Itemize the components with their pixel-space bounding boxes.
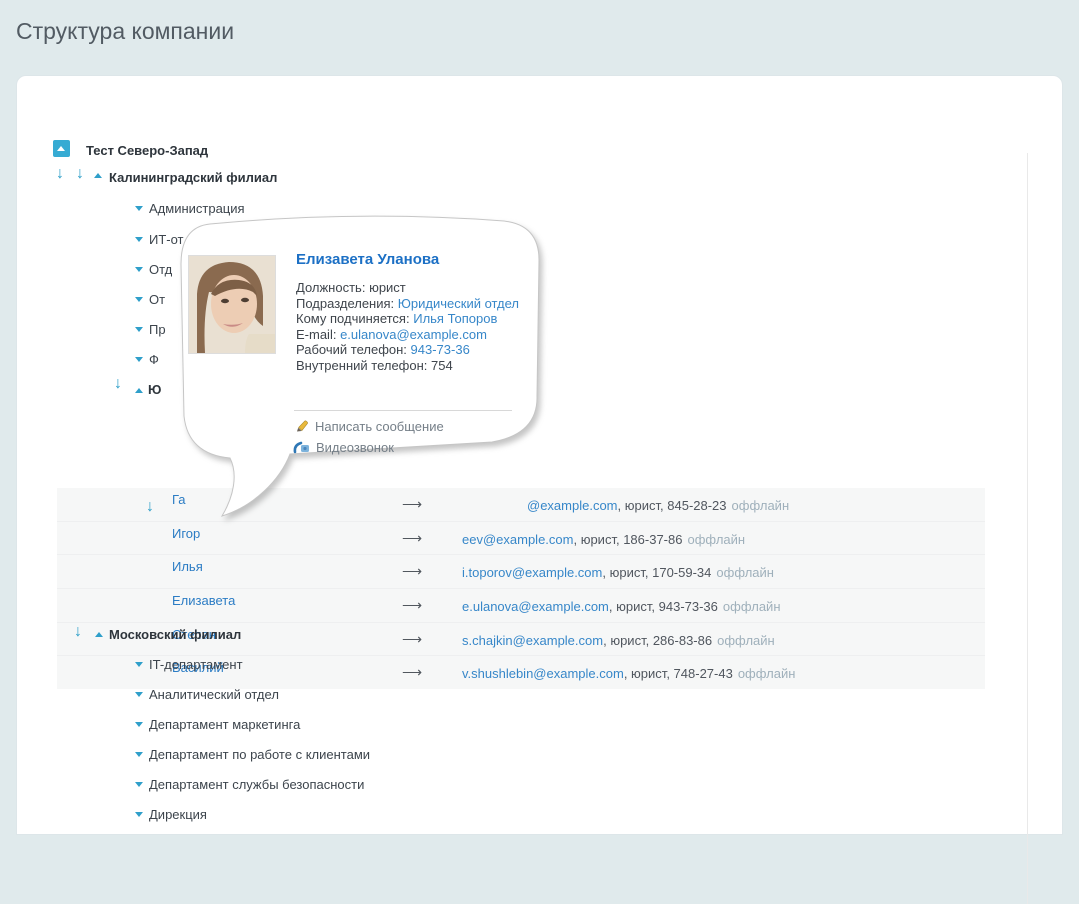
tree-node-root[interactable]: Тест Северо-Запад	[86, 143, 208, 158]
tree-node-kaliningrad[interactable]: Калининградский филиал	[109, 170, 277, 185]
tree-node-department[interactable]: Дирекция	[149, 807, 207, 822]
expand-toggle-icon[interactable]	[135, 752, 143, 757]
employee-phone: 748-27-43	[666, 666, 733, 681]
down-arrow-icon[interactable]: ↓	[76, 166, 84, 182]
tree-node-department[interactable]: Пр	[149, 322, 166, 337]
down-arrow-icon[interactable]: ↓	[56, 166, 64, 182]
expand-toggle-icon[interactable]	[135, 327, 143, 332]
status-badge: оффлайн	[738, 666, 796, 681]
status-badge: оффлайн	[732, 498, 790, 513]
video-call-icon	[293, 440, 310, 454]
work-phone-link[interactable]: 943-73-36	[411, 342, 470, 357]
status-badge: оффлайн	[716, 565, 774, 580]
employee-email-link[interactable]: v.shushlebin@example.com	[462, 666, 624, 681]
employee-phone: 186-37-86	[616, 532, 683, 547]
tree-node-department[interactable]: Аналитический отдел	[149, 687, 279, 702]
expand-toggle-icon[interactable]	[135, 237, 143, 242]
tree-node-moscow[interactable]: Московский филиал	[109, 627, 241, 642]
employee-phone: 170-59-34	[645, 565, 712, 580]
employee-position: юрист	[609, 599, 652, 614]
expand-toggle-icon[interactable]	[135, 206, 143, 211]
portrait-image	[189, 256, 275, 353]
employee-phone: 943-73-36	[651, 599, 718, 614]
tree-node-department[interactable]: Департамент по работе с клиентами	[149, 747, 370, 762]
expand-toggle-icon[interactable]	[135, 812, 143, 817]
employee-photo[interactable]	[188, 255, 276, 354]
arrow-right-icon: ⟶	[402, 530, 422, 547]
status-badge: оффлайн	[723, 599, 781, 614]
expand-toggle-icon[interactable]	[135, 662, 143, 667]
employee-name-link[interactable]: Илья	[172, 559, 203, 574]
tree-node-department[interactable]: Департамент маркетинга	[149, 717, 300, 732]
field-department: Подразделения: Юридический отдел	[296, 296, 519, 312]
expand-toggle-icon[interactable]	[135, 722, 143, 727]
expand-toggle-icon[interactable]	[135, 357, 143, 362]
field-internal-phone: Внутренний телефон: 754	[296, 358, 519, 374]
popup-fields: Должность: юрист Подразделения: Юридичес…	[296, 280, 519, 373]
field-work-phone: Рабочий телефон: 943-73-36	[296, 342, 519, 358]
field-email: E-mail: e.ulanova@example.com	[296, 327, 519, 343]
employee-position: юрист	[573, 532, 616, 547]
expand-toggle-icon[interactable]	[135, 267, 143, 272]
employee-name-link[interactable]: Игор	[172, 526, 200, 541]
expand-toggle-icon[interactable]	[135, 297, 143, 302]
email-link[interactable]: e.ulanova@example.com	[340, 327, 487, 342]
employee-row: Илья ⟶ i.toporov@example.comюрист170-59-…	[57, 554, 985, 588]
employee-row: Елизавета ⟶ e.ulanova@example.comюрист94…	[57, 588, 985, 622]
company-structure-page: Структура компании Тест Северо-Запад ↓ ↓…	[0, 0, 1079, 828]
arrow-right-icon: ⟶	[402, 563, 422, 580]
employee-email-link[interactable]: s.chajkin@example.com	[462, 633, 603, 648]
field-supervisor: Кому подчиняется: Илья Топоров	[296, 311, 519, 327]
field-position: Должность: юрист	[296, 280, 519, 296]
collapse-toggle-icon[interactable]	[53, 140, 70, 157]
write-message-button[interactable]: Написать сообщение	[295, 419, 444, 434]
popup-employee-name-link[interactable]: Елизавета Уланова	[296, 251, 439, 268]
status-badge: оффлайн	[687, 532, 745, 547]
department-link[interactable]: Юридический отдел	[398, 296, 519, 311]
video-call-button[interactable]: Видеозвонок	[293, 440, 394, 455]
employee-email-link[interactable]: eev@example.com	[462, 532, 573, 547]
employee-email-link[interactable]: i.toporov@example.com	[462, 565, 602, 580]
tree-node-legal-department[interactable]: Ю	[148, 382, 161, 397]
down-arrow-icon[interactable]: ↓	[74, 624, 82, 640]
employee-position: юрист	[624, 666, 667, 681]
down-arrow-icon[interactable]: ↓	[114, 376, 122, 392]
page-title: Структура компании	[16, 18, 234, 45]
employee-profile-popup: Елизавета Уланова Должность: юрист Подра…	[168, 214, 548, 526]
employee-position: юрист	[602, 565, 645, 580]
collapse-toggle-icon[interactable]	[94, 173, 102, 178]
supervisor-link[interactable]: Илья Топоров	[413, 311, 497, 326]
expand-toggle-icon[interactable]	[135, 692, 143, 697]
tree-node-department[interactable]: IT-департамент	[149, 657, 243, 672]
arrow-right-icon: ⟶	[402, 664, 422, 681]
employee-position: юрист	[603, 633, 646, 648]
expand-toggle-icon[interactable]	[135, 782, 143, 787]
employee-phone: 286-83-86	[646, 633, 713, 648]
popup-divider	[294, 410, 512, 411]
tree-node-department[interactable]: Ф	[149, 352, 159, 367]
tree-node-department[interactable]: Департамент службы безопасности	[149, 777, 364, 792]
arrow-right-icon: ⟶	[402, 631, 422, 648]
employee-email-link[interactable]: e.ulanova@example.com	[462, 599, 609, 614]
arrow-right-icon: ⟶	[402, 597, 422, 614]
employee-phone: 845-28-23	[660, 498, 727, 513]
collapse-toggle-icon[interactable]	[135, 388, 143, 393]
pencil-icon	[295, 419, 309, 433]
status-badge: оффлайн	[717, 633, 775, 648]
vertical-divider	[1027, 153, 1028, 904]
tree-node-department[interactable]: От	[149, 292, 165, 307]
employee-position: юрист	[618, 498, 661, 513]
up-triangle-icon	[57, 146, 65, 151]
collapse-toggle-icon[interactable]	[95, 632, 103, 637]
employee-name-link[interactable]: Елизавета	[172, 593, 235, 608]
